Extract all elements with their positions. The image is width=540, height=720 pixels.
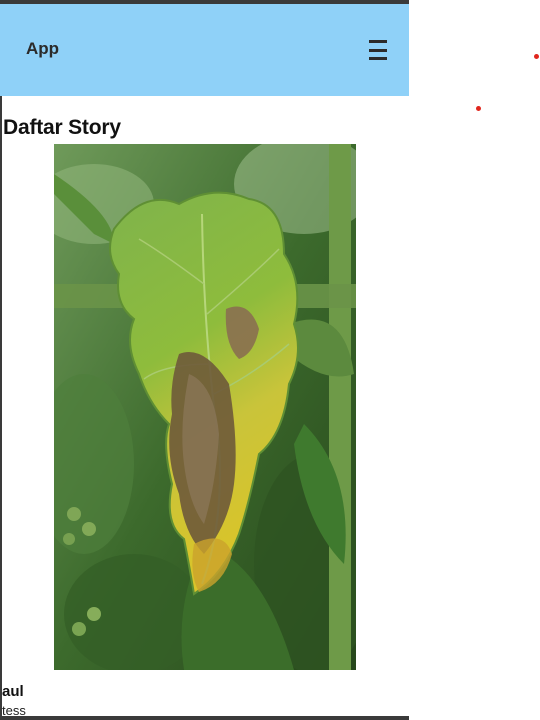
story-author-name: aul [2,683,24,700]
window-bottom-border [0,716,409,720]
app-title: App [26,39,60,58]
menu-line [369,57,387,60]
page-title: Daftar Story [3,116,121,139]
window-left-border [0,96,2,720]
story-image[interactable] [54,144,356,670]
app-bar: App [0,4,409,96]
red-dot-marker [534,54,539,59]
menu-line [369,40,387,43]
menu-line [369,48,387,52]
leaf-photo [54,144,356,670]
red-dot-marker [476,106,481,111]
hamburger-menu-icon[interactable] [369,40,387,60]
